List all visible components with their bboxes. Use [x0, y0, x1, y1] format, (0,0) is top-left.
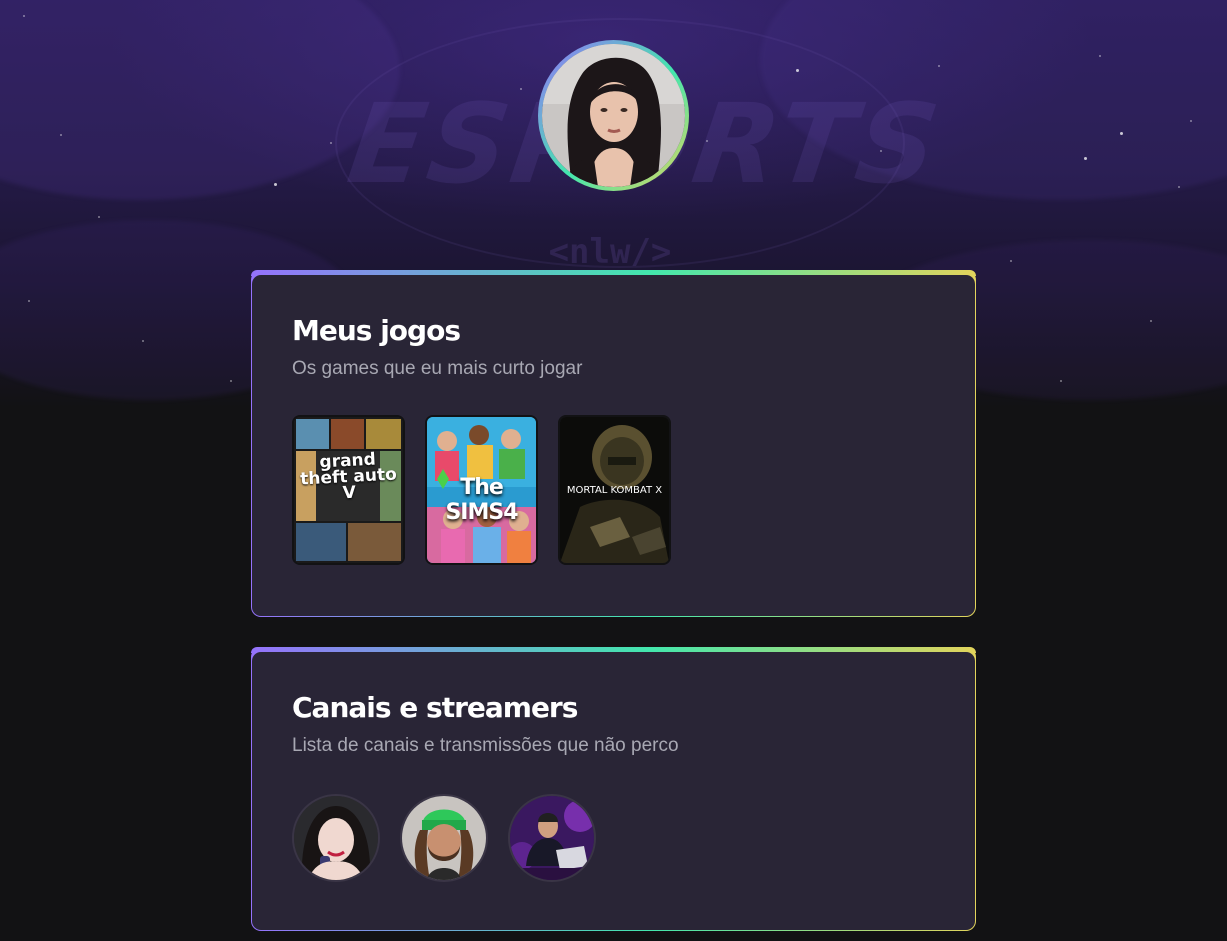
nlw-logo-text: <nlw/>	[548, 232, 672, 272]
mkx-cover-title: MORTAL KOMBAT X	[566, 485, 663, 496]
profile-avatar-ring	[538, 40, 689, 191]
streamer-avatar-1[interactable]	[292, 794, 380, 882]
streamers-title: Canais e streamers	[292, 691, 578, 724]
streamer-avatar-3[interactable]	[508, 794, 596, 882]
game-cover-sims4[interactable]: The SIMS4	[425, 415, 538, 565]
profile-avatar	[542, 44, 685, 187]
streamers-card: Canais e streamers Lista de canais e tra…	[251, 647, 976, 931]
games-list: grand theft auto V The SIMS4 MORTAL KOMB…	[292, 415, 935, 565]
gta-cover-title: grand theft auto V	[299, 449, 398, 504]
game-cover-gta[interactable]: grand theft auto V	[292, 415, 405, 565]
games-title: Meus jogos	[292, 314, 461, 347]
games-card: Meus jogos Os games que eu mais curto jo…	[251, 270, 976, 617]
streamer-2-photo	[402, 796, 486, 880]
streamer-avatar-2[interactable]	[400, 794, 488, 882]
game-cover-mkx[interactable]: MORTAL KOMBAT X	[558, 415, 671, 565]
streamers-subtitle: Lista de canais e transmissões que não p…	[292, 735, 679, 756]
profile-photo-illustration	[542, 44, 685, 187]
streamers-list	[292, 794, 935, 882]
sims4-cover-title: The SIMS4	[445, 475, 518, 525]
streamer-3-photo	[510, 796, 594, 880]
games-subtitle: Os games que eu mais curto jogar	[292, 358, 583, 379]
streamer-1-photo	[294, 796, 378, 880]
